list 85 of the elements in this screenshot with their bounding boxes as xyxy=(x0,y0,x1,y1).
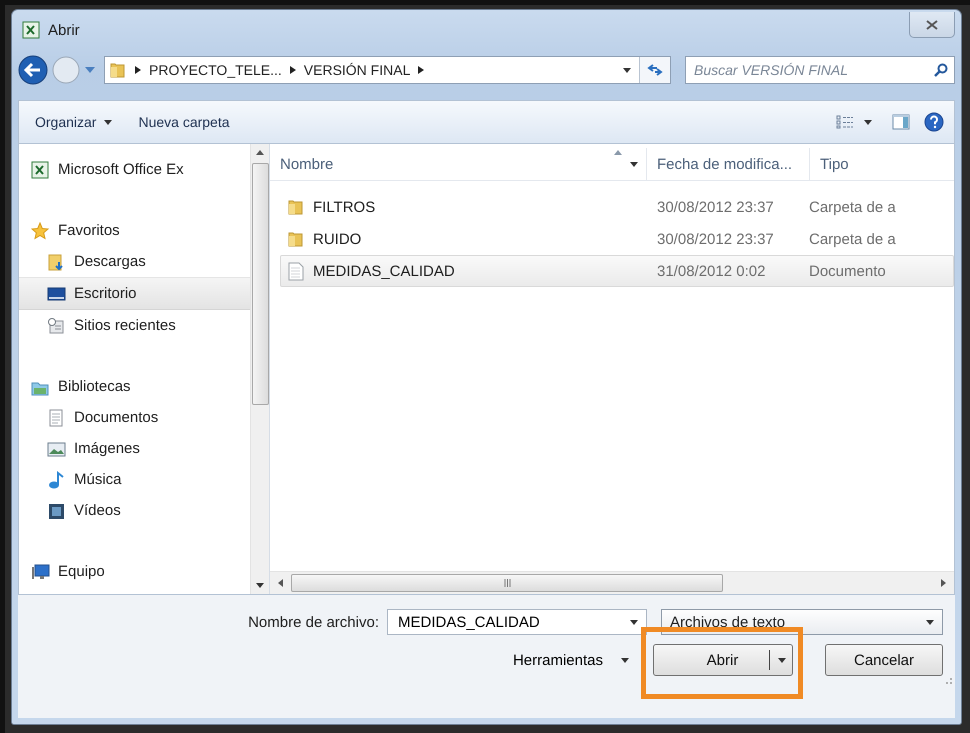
file-type-dropdown[interactable]: Archivos de texto xyxy=(661,609,943,635)
folder-icon xyxy=(287,198,305,216)
computer-icon xyxy=(31,562,50,580)
file-row[interactable]: RUIDO 30/08/2012 23:37 Carpeta de a xyxy=(280,223,954,255)
horizontal-scrollbar[interactable] xyxy=(270,571,954,594)
file-date: 30/08/2012 23:37 xyxy=(656,230,775,248)
window-title: Abrir xyxy=(48,22,80,38)
dropdown-caret-icon xyxy=(630,162,638,166)
cancel-button[interactable]: Cancelar xyxy=(825,644,943,676)
folder-icon xyxy=(109,61,127,79)
history-caret-icon[interactable] xyxy=(84,66,96,74)
file-name: MEDIDAS_CALIDAD xyxy=(313,262,455,280)
dropdown-caret-icon xyxy=(864,120,872,124)
back-icon[interactable] xyxy=(18,55,48,85)
dropdown-caret-icon xyxy=(778,658,786,662)
grip-icon xyxy=(504,579,510,587)
search-field[interactable]: Buscar VERSIÓN FINAL xyxy=(692,61,934,79)
search-box[interactable]: Buscar VERSIÓN FINAL xyxy=(685,56,955,84)
resize-grip-icon xyxy=(943,675,953,685)
filename-field[interactable]: MEDIDAS_CALIDAD xyxy=(396,612,624,632)
file-row[interactable]: MEDIDAS_CALIDAD 31/08/2012 0:02 Documento xyxy=(280,255,954,287)
file-row[interactable]: FILTROS 30/08/2012 23:37 Carpeta de a xyxy=(280,191,954,223)
file-date: 31/08/2012 0:02 xyxy=(656,262,766,280)
file-type: Carpeta de a xyxy=(808,230,897,248)
help-icon[interactable] xyxy=(924,112,944,132)
scroll-up-icon xyxy=(256,150,264,155)
breadcrumb[interactable]: PROYECTO_TELE... xyxy=(149,62,282,78)
navigation-item[interactable]: Documentos xyxy=(19,402,250,433)
address-bar[interactable]: PROYECTO_TELE... VERSIÓN FINAL xyxy=(104,56,671,84)
spreadsheet-icon xyxy=(31,160,50,178)
navigation-item[interactable]: Equipo xyxy=(19,556,250,587)
column-header[interactable]: Tipo xyxy=(810,148,954,180)
refresh-arrows-icon[interactable] xyxy=(647,63,663,77)
navigation-item[interactable]: Música xyxy=(19,464,250,495)
navigation-item[interactable]: Bibliotecas xyxy=(19,371,250,402)
scroll-left-icon xyxy=(278,579,283,587)
navigation-item[interactable]: Sitios recientes xyxy=(19,310,250,341)
filename-label: Nombre de archivo: xyxy=(248,614,379,630)
preview-pane-icon[interactable] xyxy=(892,114,910,130)
sort-arrow-icon xyxy=(614,150,622,155)
search-icon xyxy=(934,63,948,77)
folder-icon xyxy=(287,230,305,248)
toolbar-button[interactable]: Nueva carpeta xyxy=(132,110,236,134)
file-type: Documento xyxy=(808,262,887,280)
recent-places-icon xyxy=(47,316,66,334)
image-icon xyxy=(47,440,66,458)
file-name: RUIDO xyxy=(313,230,362,248)
navigation-item[interactable]: Escritorio xyxy=(19,277,250,310)
column-header[interactable]: Fecha de modifica... xyxy=(647,148,810,180)
dropdown-caret-icon xyxy=(926,620,934,624)
breadcrumb-arrow-icon xyxy=(418,66,424,74)
toolbar-button[interactable]: Organizar xyxy=(29,110,118,134)
scroll-thumb[interactable] xyxy=(291,574,723,592)
scroll-thumb[interactable] xyxy=(252,163,268,405)
film-icon xyxy=(47,502,66,520)
dropdown-caret-icon xyxy=(104,120,112,124)
scroll-right-icon xyxy=(941,579,946,587)
tools-menu-button[interactable]: Herramientas xyxy=(502,648,639,672)
spreadsheet-icon xyxy=(22,21,40,39)
vertical-scrollbar[interactable] xyxy=(250,144,269,594)
file-name: FILTROS xyxy=(313,198,376,216)
text-file-icon xyxy=(287,262,305,280)
navigation-item[interactable]: Descargas xyxy=(19,246,250,277)
navigation-item[interactable]: Microsoft Office Ex xyxy=(19,154,250,185)
music-note-icon xyxy=(47,470,66,488)
scroll-down-icon xyxy=(256,583,264,588)
navigation-item[interactable]: Vídeos xyxy=(19,495,250,526)
star-icon xyxy=(31,222,50,240)
navigation-item[interactable]: Imágenes xyxy=(19,433,250,464)
breadcrumb-arrow-icon xyxy=(290,66,296,74)
file-date: 30/08/2012 23:37 xyxy=(656,198,775,216)
column-header[interactable]: Nombre xyxy=(270,148,647,180)
close-icon xyxy=(926,20,938,30)
file-type: Carpeta de a xyxy=(808,198,897,216)
dropdown-caret-icon[interactable] xyxy=(623,68,631,72)
list-view-icon xyxy=(836,115,854,129)
navigation-item[interactable]: Favoritos xyxy=(19,215,250,246)
breadcrumb-arrow-icon xyxy=(135,66,141,74)
open-button[interactable]: Abrir xyxy=(653,644,793,676)
filename-combo-box[interactable]: MEDIDAS_CALIDAD xyxy=(387,609,647,635)
dropdown-caret-icon xyxy=(630,620,638,624)
close-button[interactable] xyxy=(909,12,955,38)
desktop-icon xyxy=(47,284,66,302)
dropdown-caret-icon xyxy=(621,658,629,662)
breadcrumb[interactable]: VERSIÓN FINAL xyxy=(304,62,410,78)
